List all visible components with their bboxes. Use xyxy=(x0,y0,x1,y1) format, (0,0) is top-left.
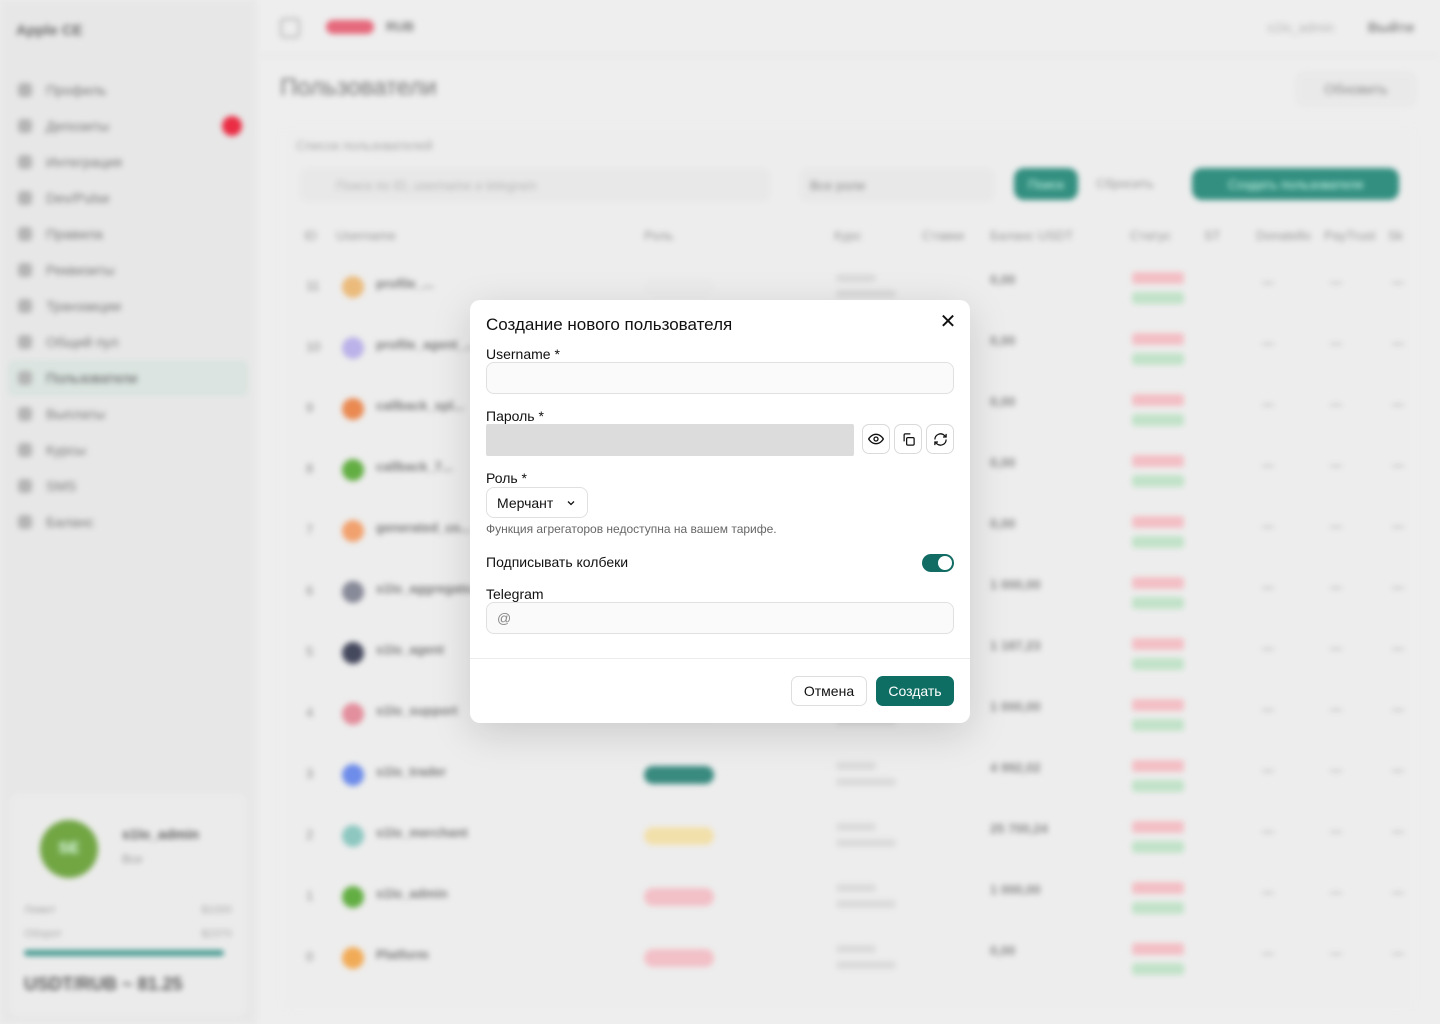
username-label: Username * xyxy=(486,346,560,362)
role-select[interactable]: Мерчант xyxy=(486,487,588,518)
role-label: Роль * xyxy=(486,470,528,486)
sign-callbacks-toggle[interactable] xyxy=(922,554,954,572)
eye-icon xyxy=(868,433,884,445)
copy-icon xyxy=(903,432,915,446)
chevron-down-icon xyxy=(567,501,575,506)
show-password-button[interactable] xyxy=(862,424,890,454)
create-button[interactable]: Создать xyxy=(876,676,954,706)
refresh-icon xyxy=(933,432,947,446)
username-field[interactable] xyxy=(486,362,954,394)
telegram-label: Telegram xyxy=(486,586,544,602)
toggle-knob xyxy=(938,556,952,570)
dialog-divider xyxy=(470,658,970,659)
telegram-field[interactable]: @ xyxy=(486,602,954,634)
copy-password-button[interactable] xyxy=(894,424,922,454)
password-field[interactable] xyxy=(486,424,854,456)
password-label: Пароль * xyxy=(486,408,544,424)
regenerate-password-button[interactable] xyxy=(926,424,954,454)
cancel-button[interactable]: Отмена xyxy=(791,676,867,706)
create-user-dialog: Создание нового пользователя ✕ Username … xyxy=(470,300,970,723)
role-value: Мерчант xyxy=(497,494,554,511)
sign-callbacks-label: Подписывать колбеки xyxy=(486,554,629,570)
role-hint: Функция агрегаторов недоступна на вашем … xyxy=(486,522,777,536)
close-icon[interactable]: ✕ xyxy=(936,312,960,332)
dialog-title: Создание нового пользователя xyxy=(486,315,733,334)
